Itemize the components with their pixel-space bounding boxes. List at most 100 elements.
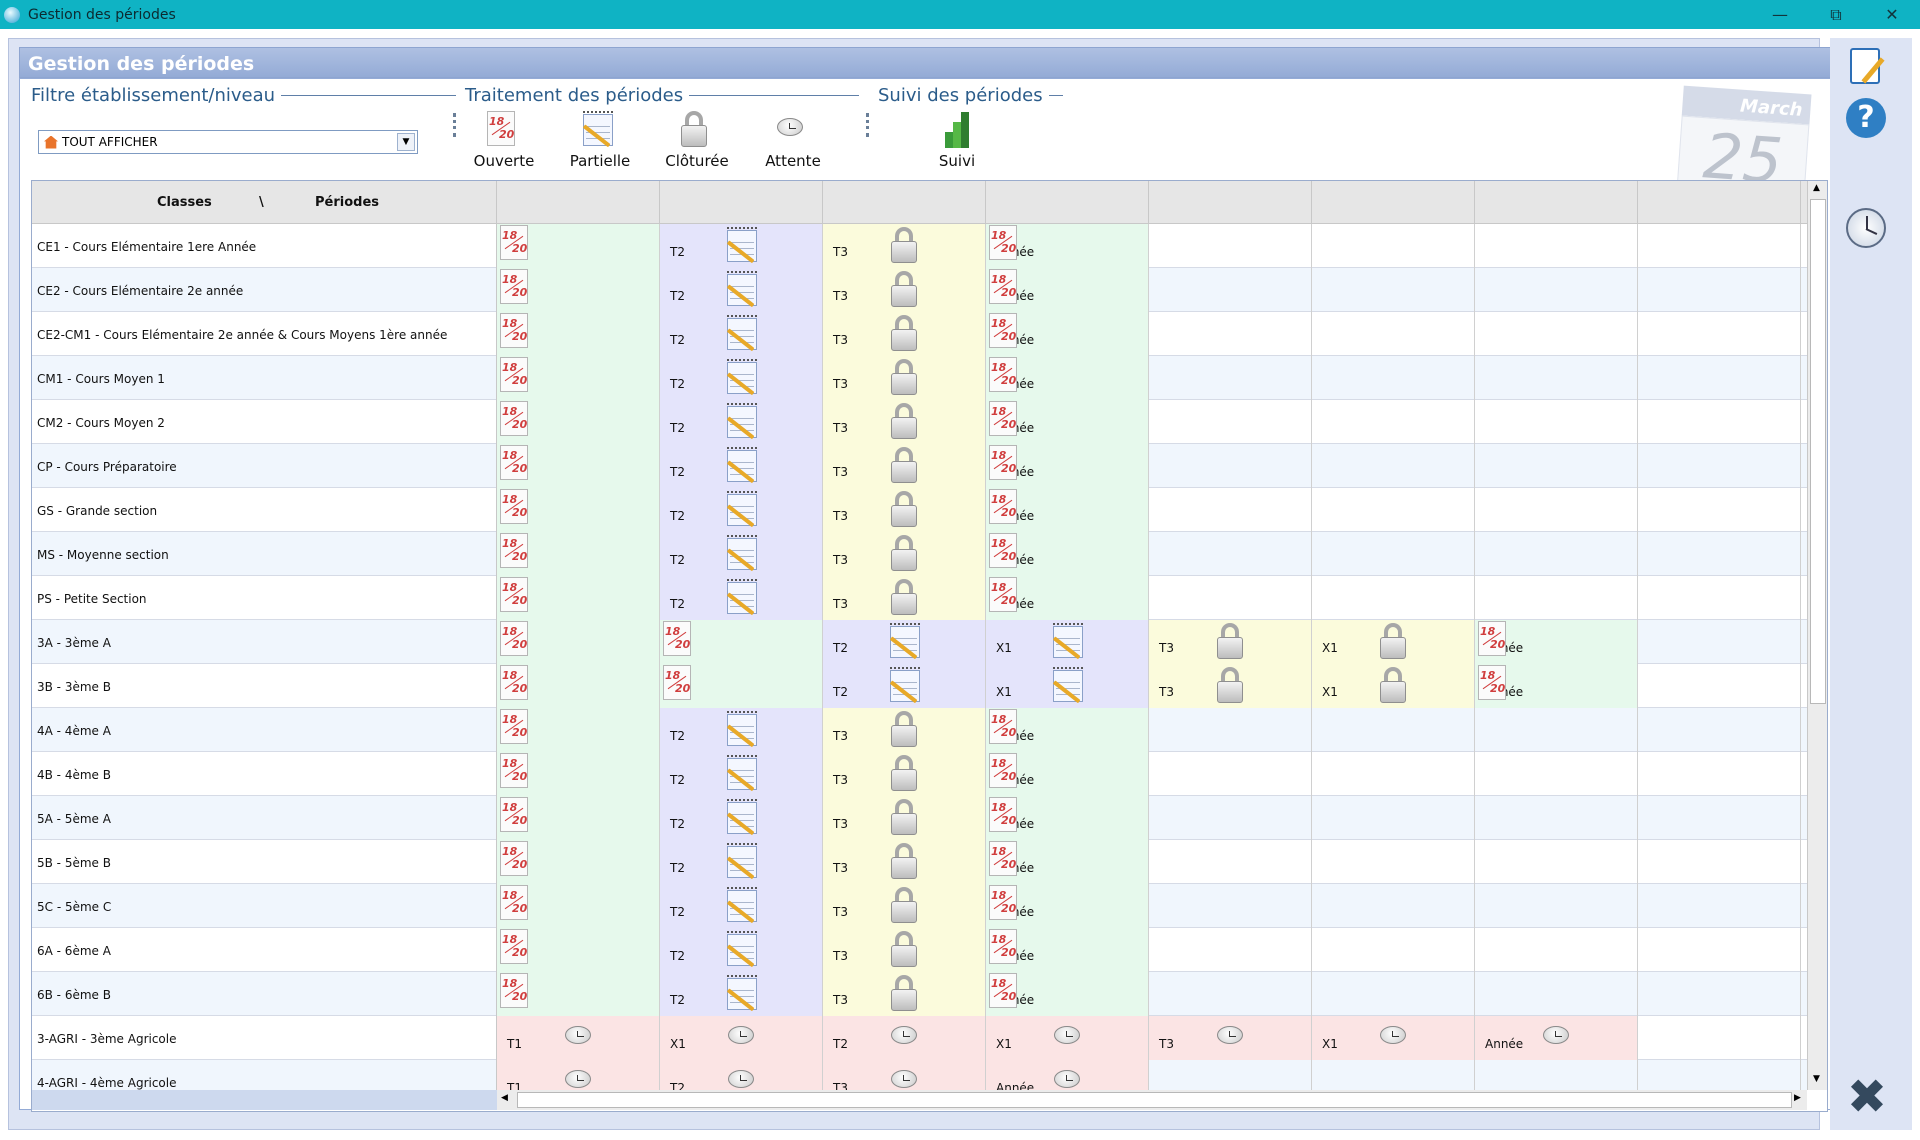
period-cell[interactable]: Année1820	[986, 796, 1149, 840]
period-cell[interactable]: T1	[497, 1016, 660, 1060]
period-cell[interactable]: Année1820	[986, 356, 1149, 400]
period-cell[interactable]: T3	[823, 356, 986, 400]
period-cell[interactable]: T11820	[497, 708, 660, 752]
period-cell[interactable]: T11820	[497, 664, 660, 708]
scroll-up-icon[interactable]: ▲	[1813, 183, 1820, 193]
period-cell[interactable]: Année1820	[986, 312, 1149, 356]
period-cell[interactable]: Année1820	[1475, 620, 1638, 664]
period-cell[interactable]: T11820	[497, 400, 660, 444]
period-cell[interactable]: X1	[986, 1016, 1149, 1060]
table-row[interactable]: MS - Moyenne sectionT11820 T2 T3 Année1820	[32, 532, 1807, 576]
table-row[interactable]: GS - Grande sectionT11820 T2 T3 Année1820	[32, 488, 1807, 532]
period-cell[interactable]: T3	[823, 444, 986, 488]
period-cell[interactable]: T11820	[497, 224, 660, 268]
period-cell[interactable]: T3	[823, 576, 986, 620]
period-cell[interactable]: Année1820	[986, 884, 1149, 928]
history-button[interactable]	[1844, 206, 1890, 252]
period-cell[interactable]: T11820	[497, 532, 660, 576]
period-cell[interactable]: T11820	[497, 884, 660, 928]
period-cell[interactable]: T3	[823, 796, 986, 840]
table-row[interactable]: CE2 - Cours Elémentaire 2e annéeT11820 T2…	[32, 268, 1807, 312]
period-cell[interactable]: T3	[823, 532, 986, 576]
period-cell[interactable]: Année	[986, 1060, 1149, 1090]
table-row[interactable]: 5B - 5ème BT11820 T2 T3 Année1820	[32, 840, 1807, 884]
tool-cloturee-button[interactable]: Clôturée	[652, 110, 742, 170]
period-cell[interactable]: T3	[823, 928, 986, 972]
vertical-scrollbar[interactable]: ▲ ▼	[1807, 181, 1827, 1090]
table-row[interactable]: 3B - 3ème BT11820X11820 T2 X1 T3 X1 Année1820	[32, 664, 1807, 708]
period-cell[interactable]: T3	[823, 1060, 986, 1090]
table-row[interactable]: 6A - 6ème AT11820 T2 T3 Année1820	[32, 928, 1807, 972]
period-cell[interactable]: T2	[823, 664, 986, 708]
table-row[interactable]: CE2-CM1 - Cours Elémentaire 2e année & C…	[32, 312, 1807, 356]
period-cell[interactable]: T3	[1149, 620, 1312, 664]
period-cell[interactable]: T3	[823, 884, 986, 928]
period-cell[interactable]: T2	[660, 268, 823, 312]
period-cell[interactable]: X1	[1312, 664, 1475, 708]
period-cell[interactable]: T2	[660, 796, 823, 840]
table-row[interactable]: 3A - 3ème AT11820X11820 T2 X1 T3 X1 Année1820	[32, 620, 1807, 664]
period-cell[interactable]: Année1820	[986, 752, 1149, 796]
table-row[interactable]: 6B - 6ème BT11820 T2 T3 Année1820	[32, 972, 1807, 1016]
period-cell[interactable]: X1	[986, 664, 1149, 708]
period-cell[interactable]: T3	[823, 840, 986, 884]
period-cell[interactable]: T3	[823, 488, 986, 532]
period-cell[interactable]: T11820	[497, 356, 660, 400]
period-cell[interactable]: T11820	[497, 268, 660, 312]
period-cell[interactable]: T3	[823, 400, 986, 444]
period-cell[interactable]: T2	[660, 532, 823, 576]
period-cell[interactable]: X11820	[660, 620, 823, 664]
period-cell[interactable]: T1	[497, 1060, 660, 1090]
table-row[interactable]: 4-AGRI - 4ème Agricole T1 T2 T3 Année	[32, 1060, 1807, 1090]
period-cell[interactable]: T2	[660, 400, 823, 444]
period-cell[interactable]: T3	[823, 708, 986, 752]
period-cell[interactable]: X11820	[660, 664, 823, 708]
period-cell[interactable]: T11820	[497, 444, 660, 488]
period-cell[interactable]: X1	[1312, 620, 1475, 664]
table-row[interactable]: CE1 - Cours Elémentaire 1ere AnnéeT11820…	[32, 224, 1807, 268]
period-cell[interactable]: Année1820	[986, 972, 1149, 1016]
period-cell[interactable]: T2	[660, 356, 823, 400]
filter-select[interactable]: TOUT AFFICHER ▼	[38, 130, 418, 154]
tool-attente-button[interactable]: Attente	[748, 110, 838, 170]
period-cell[interactable]: T2	[660, 708, 823, 752]
period-cell[interactable]: Année	[1475, 1016, 1638, 1060]
vertical-scroll-thumb[interactable]	[1810, 199, 1826, 704]
help-button[interactable]: ?	[1844, 96, 1890, 142]
table-row[interactable]: CP - Cours PréparatoireT11820 T2 T3 Année18…	[32, 444, 1807, 488]
period-cell[interactable]: T2	[660, 488, 823, 532]
table-row[interactable]: PS - Petite SectionT11820 T2 T3 Année1820	[32, 576, 1807, 620]
period-cell[interactable]: T2	[823, 1016, 986, 1060]
period-cell[interactable]: Année1820	[986, 224, 1149, 268]
period-cell[interactable]: T11820	[497, 928, 660, 972]
period-cell[interactable]: T11820	[497, 620, 660, 664]
period-cell[interactable]: T2	[660, 1060, 823, 1090]
period-cell[interactable]: Année1820	[986, 444, 1149, 488]
period-cell[interactable]: T11820	[497, 972, 660, 1016]
period-cell[interactable]: T11820	[497, 796, 660, 840]
period-cell[interactable]: T3	[823, 972, 986, 1016]
scroll-right-icon[interactable]: ▶	[1794, 1093, 1801, 1103]
period-cell[interactable]: Année1820	[986, 488, 1149, 532]
edit-note-button[interactable]	[1844, 44, 1890, 90]
minimize-button[interactable]: —	[1752, 0, 1808, 29]
period-cell[interactable]: T2	[660, 752, 823, 796]
close-panel-button[interactable]: ✖	[1844, 1073, 1890, 1126]
table-row[interactable]: 5C - 5ème CT11820 T2 T3 Année1820	[32, 884, 1807, 928]
period-cell[interactable]: Année1820	[986, 928, 1149, 972]
table-row[interactable]: 3-AGRI - 3ème Agricole T1 X1 T2 X1 T3 X1 Année	[32, 1016, 1807, 1060]
period-cell[interactable]: T2	[660, 840, 823, 884]
period-cell[interactable]: Année1820	[986, 576, 1149, 620]
period-cell[interactable]: T3	[823, 752, 986, 796]
tool-suivi-button[interactable]: Suivi	[912, 110, 1002, 170]
period-cell[interactable]: T2	[660, 884, 823, 928]
period-cell[interactable]: X1	[986, 620, 1149, 664]
table-row[interactable]: CM1 - Cours Moyen 1T11820 T2 T3 Année1820	[32, 356, 1807, 400]
period-cell[interactable]: T2	[660, 444, 823, 488]
period-cell[interactable]: T3	[823, 224, 986, 268]
table-row[interactable]: 4B - 4ème BT11820 T2 T3 Année1820	[32, 752, 1807, 796]
period-cell[interactable]: T11820	[497, 840, 660, 884]
period-cell[interactable]: T3	[823, 268, 986, 312]
period-cell[interactable]: T2	[660, 972, 823, 1016]
period-cell[interactable]: Année1820	[986, 400, 1149, 444]
